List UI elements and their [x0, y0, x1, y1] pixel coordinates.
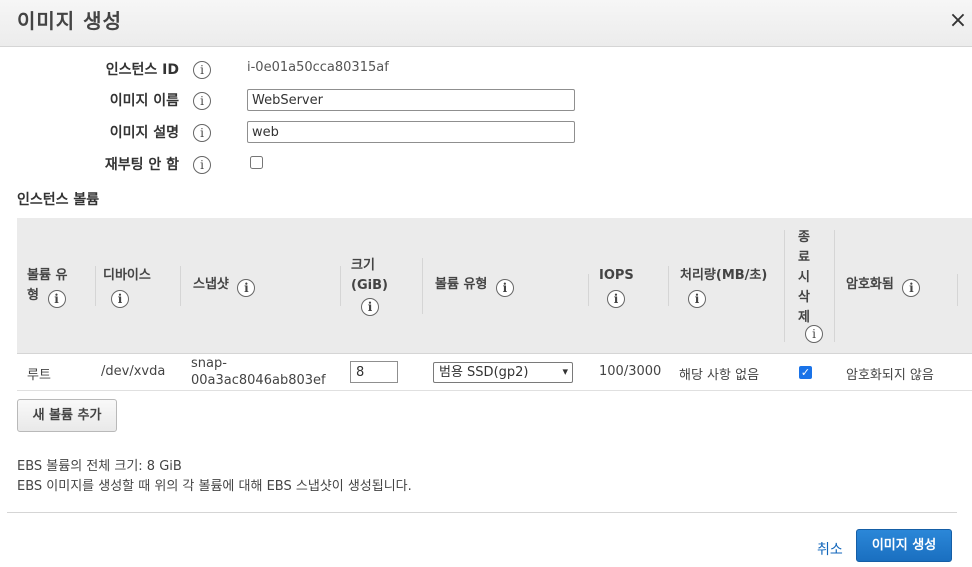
- col-delete-on-termination: 종 료 시 삭 제: [798, 230, 810, 325]
- info-icon[interactable]: i: [237, 279, 256, 297]
- create-image-button[interactable]: 이미지 생성: [856, 529, 952, 562]
- info-icon[interactable]: i: [495, 279, 514, 297]
- col-snapshot: 스냅샷 i: [193, 275, 256, 297]
- instance-volumes-label: 인스턴스 볼륨: [17, 192, 100, 208]
- delete-on-termination-checkbox[interactable]: ✓: [799, 366, 812, 379]
- total-size-note: EBS 볼륨의 전체 크기: 8 GiB: [17, 459, 182, 474]
- row-divider: [17, 390, 972, 391]
- instance-id-value: i-0e01a50cca80315af: [247, 60, 389, 75]
- info-icon[interactable]: i: [361, 298, 379, 316]
- cell-volume-type: 루트: [27, 368, 51, 383]
- no-reboot-label: 재부팅 안 함: [104, 157, 179, 173]
- info-icon[interactable]: i: [902, 279, 921, 297]
- dialog-title: 이미지 생성: [17, 9, 122, 33]
- col-encrypted: 암호화됨 i: [846, 275, 921, 297]
- info-icon[interactable]: i: [193, 61, 211, 79]
- chevron-down-icon: ▾: [562, 365, 568, 378]
- info-icon[interactable]: i: [193, 124, 211, 142]
- volume-table-header: 볼륨 유 형 i 디바이스 i 스냅샷 i 크기 (GiB) i 볼륨 유형 i…: [17, 218, 972, 354]
- info-icon[interactable]: i: [47, 290, 66, 308]
- add-volume-button[interactable]: 새 볼륨 추가: [17, 399, 117, 432]
- col-size: 크기 (GiB) i: [351, 258, 388, 316]
- cell-throughput: 해당 사항 없음: [679, 368, 760, 383]
- cell-device: /dev/xvda: [101, 364, 166, 379]
- image-name-label: 이미지 이름: [109, 93, 179, 109]
- info-icon[interactable]: i: [193, 92, 211, 110]
- close-icon[interactable]: ×: [946, 7, 970, 35]
- info-icon[interactable]: i: [688, 290, 706, 308]
- image-description-input[interactable]: [247, 121, 575, 143]
- col-device: 디바이스 i: [103, 268, 151, 308]
- cell-encrypted: 암호화되지 않음: [846, 368, 934, 383]
- info-icon[interactable]: i: [193, 156, 211, 174]
- cell-snapshot[interactable]: snap- 00a3ac8046ab803ef: [191, 355, 326, 389]
- cancel-link[interactable]: 취소: [817, 539, 843, 559]
- volume-size-input[interactable]: [350, 361, 398, 383]
- dialog-header: 이미지 생성 ×: [0, 0, 972, 47]
- no-reboot-checkbox[interactable]: [250, 156, 263, 169]
- footer-divider: [7, 512, 957, 513]
- col-iops: IOPS i: [599, 268, 634, 308]
- col-volume-type: 볼륨 유 형 i: [27, 268, 68, 308]
- info-icon[interactable]: i: [805, 325, 823, 343]
- image-description-label: 이미지 설명: [109, 125, 179, 141]
- cell-iops: 100/3000: [599, 364, 662, 379]
- col-ebs-volume-type: 볼륨 유형 i: [435, 275, 514, 297]
- info-icon[interactable]: i: [111, 290, 129, 308]
- col-throughput: 처리량(MB/초) i: [680, 268, 768, 308]
- image-name-input[interactable]: [247, 89, 575, 111]
- info-icon[interactable]: i: [607, 290, 625, 308]
- volume-type-select[interactable]: 범용 SSD(gp2) ▾: [433, 362, 573, 383]
- snapshot-note: EBS 이미지를 생성할 때 위의 각 볼륨에 대해 EBS 스냅샷이 생성됩니…: [17, 479, 412, 494]
- instance-id-label: 인스턴스 ID: [105, 62, 179, 78]
